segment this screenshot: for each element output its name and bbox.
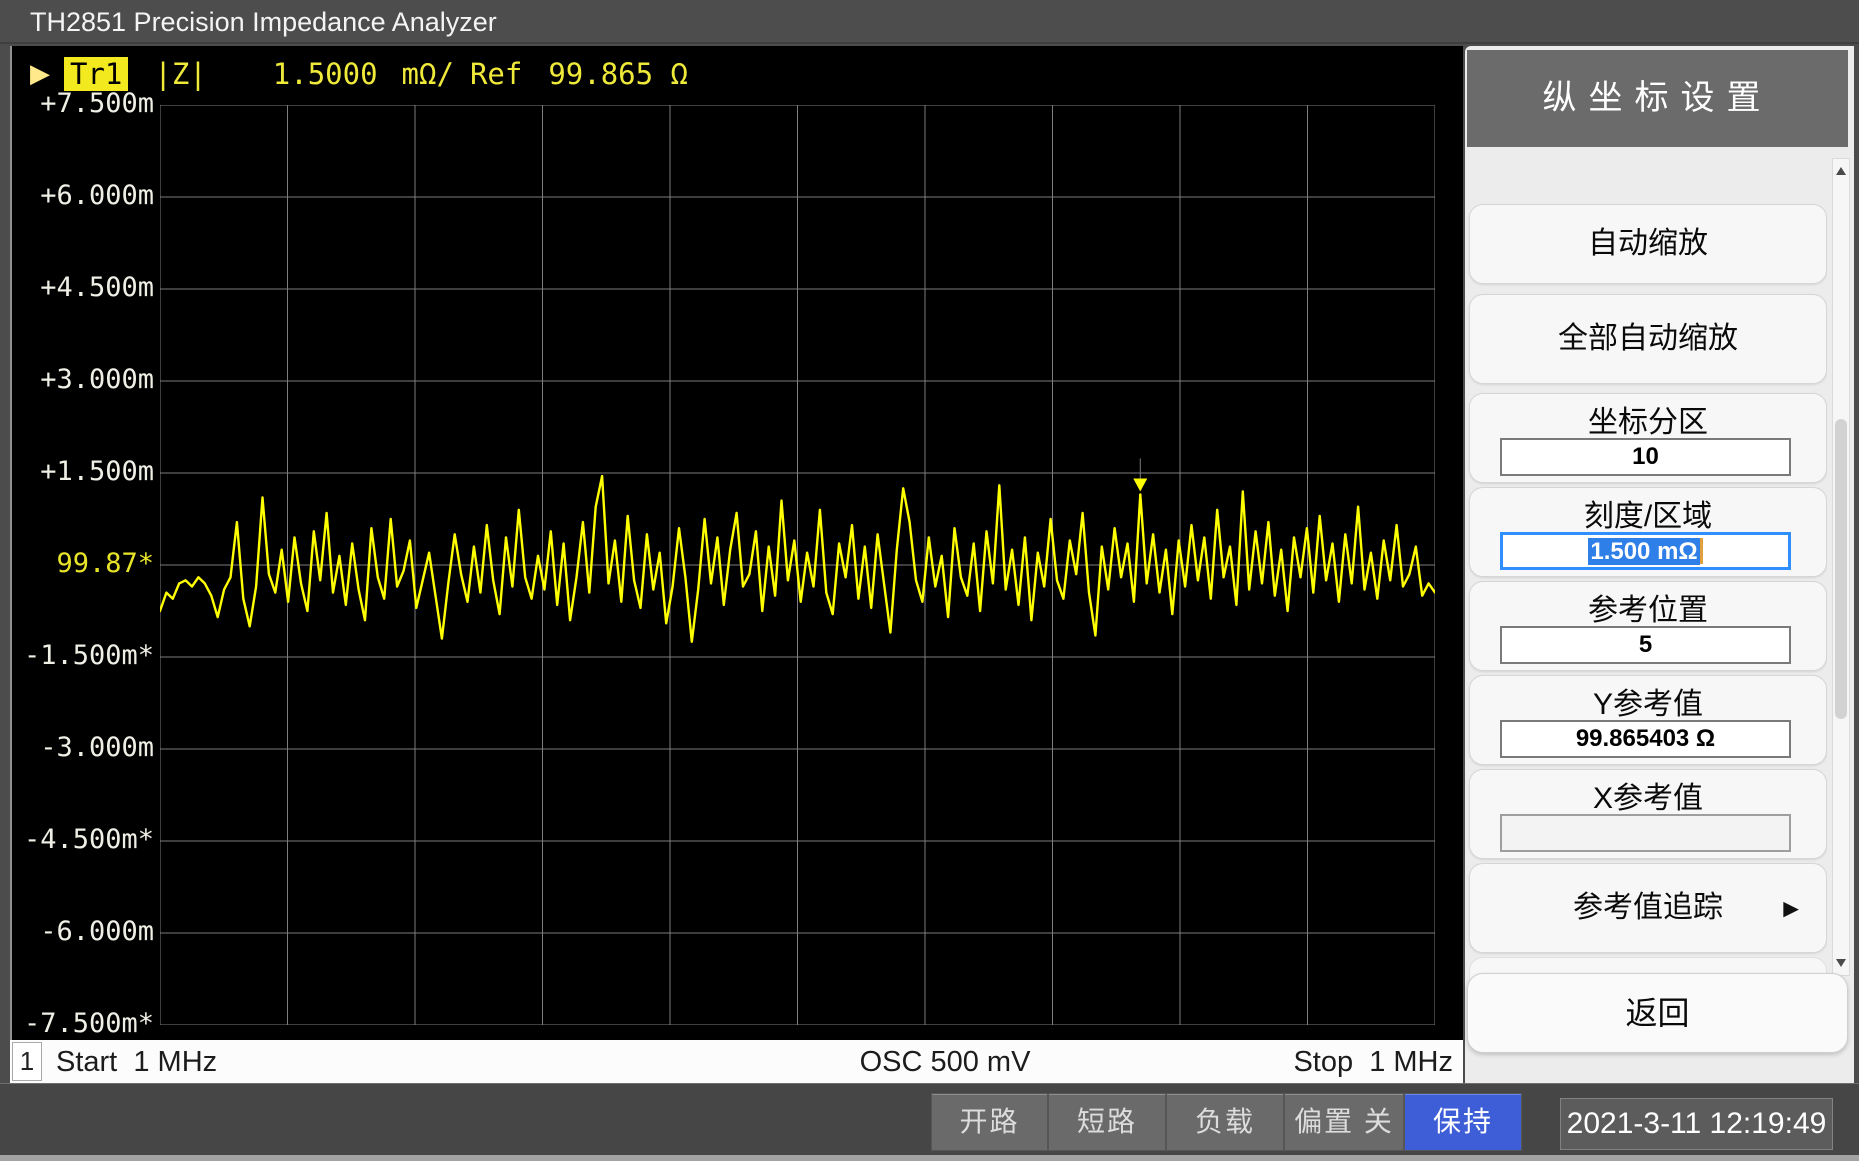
chevron-up-icon[interactable] [1836,167,1846,175]
clock: 2021-3-11 12:19:49 [1560,1098,1833,1150]
back-button[interactable]: 返回 [1467,973,1848,1053]
window-title: TH2851 Precision Impedance Analyzer [0,0,1859,44]
submenu-arrow-icon: ► [1778,864,1804,952]
y-ref-input[interactable]: 99.865403 Ω [1500,720,1791,758]
y-ref-label: Y参考值 [1470,679,1826,723]
ref-value-tracking-button[interactable]: 参考值追踪 ► [1469,863,1827,953]
trace-parameter: |Z| [154,57,206,91]
y-axis-tick-label: +3.000m [12,364,154,395]
y-axis-tick-label: -1.500m* [12,640,154,671]
load-correction-button[interactable]: 负载 [1166,1093,1284,1151]
scale-per-div-label: 刻度/区域 [1470,491,1826,535]
y-axis-tick-label: -6.000m [12,916,154,947]
hold-button[interactable]: 保持 [1404,1093,1522,1151]
trace-plot [160,105,1435,1025]
sweep-stop-label: Stop 1 MHz [1293,1040,1453,1084]
selected-text: 1.500 mΩ [1588,538,1699,565]
x-ref-label: X参考值 [1470,773,1826,817]
chevron-down-icon[interactable] [1836,959,1846,967]
autoscale-button[interactable]: 自动缩放 [1469,204,1827,284]
x-ref-input[interactable] [1500,814,1791,852]
trace-ref-label: Ref [470,57,522,91]
open-correction-button[interactable]: 开路 [931,1093,1048,1151]
trace-scale-unit: mΩ/ [402,57,454,91]
divisions-group: 坐标分区 10 [1469,393,1827,483]
instrument-window: { "window": { "title": "TH2851 Precision… [0,0,1859,1161]
y-axis-tick-label: -7.500m* [12,1008,154,1039]
x-ref-group: X参考值 [1469,769,1827,859]
channel-indicator: 1 [12,1042,42,1081]
y-axis-tick-label: +1.500m [12,456,154,487]
text-caret [1700,538,1703,564]
ref-value-tracking-label: 参考值追踪 [1573,891,1723,924]
ref-position-label: 参考位置 [1470,585,1826,629]
x-axis-bar: 1 Start 1 MHz OSC 500 mV Stop 1 MHz [10,1040,1463,1085]
y-ref-group: Y参考值 99.865403 Ω [1469,675,1827,765]
short-correction-button[interactable]: 短路 [1048,1093,1166,1151]
trace-status-line: ▶ Tr1 |Z| 1.5000 mΩ/ Ref 99.865 Ω [30,57,688,91]
y-axis-tick-label: +4.500m [12,272,154,303]
plot-area: ▶ Tr1 |Z| 1.5000 mΩ/ Ref 99.865 Ω +7.500… [10,46,1463,1040]
scrollbar-thumb[interactable] [1835,419,1847,719]
y-axis-tick-label: 99.87* [12,548,154,579]
softkey-sidebar: 纵坐标设置 自动缩放 全部自动缩放 坐标分区 10 刻度/区域 1.500 mΩ… [1465,46,1854,1084]
scale-per-div-input[interactable]: 1.500 mΩ [1500,532,1791,570]
trace-ref-value: 99.865 Ω [548,57,688,91]
divisions-label: 坐标分区 [1470,397,1826,441]
bias-off-button[interactable]: 偏置 关 [1284,1093,1404,1151]
sweep-start-label: Start 1 MHz [56,1040,217,1084]
y-axis-tick-label: +6.000m [12,180,154,211]
window-bottom-edge [0,1155,1859,1161]
sidebar-title: 纵坐标设置 [1467,50,1848,147]
y-axis-tick-label: +7.500m [12,88,154,119]
sidebar-scroll-area: 自动缩放 全部自动缩放 坐标分区 10 刻度/区域 1.500 mΩ 参考位置 … [1467,152,1827,1024]
autoscale-all-button[interactable]: 全部自动缩放 [1469,294,1827,384]
divisions-input[interactable]: 10 [1500,438,1791,476]
trace-scale-value: 1.5000 [273,57,378,91]
trace-name-badge[interactable]: Tr1 [64,57,128,91]
scale-per-div-group: 刻度/区域 1.500 mΩ [1469,487,1827,577]
ref-position-group: 参考位置 5 [1469,581,1827,671]
sidebar-scrollbar[interactable] [1832,158,1850,976]
marker-arrow-icon [1133,458,1147,491]
y-axis-tick-label: -4.500m* [12,824,154,855]
bottom-status-bar: 开路 短路 负载 偏置 关 保持 2021-3-11 12:19:49 [0,1083,1859,1155]
y-axis-tick-label: -3.000m [12,732,154,763]
active-trace-indicator-icon: ▶ [30,59,50,89]
ref-position-input[interactable]: 5 [1500,626,1791,664]
osc-level-label: OSC 500 mV [810,1040,1080,1084]
